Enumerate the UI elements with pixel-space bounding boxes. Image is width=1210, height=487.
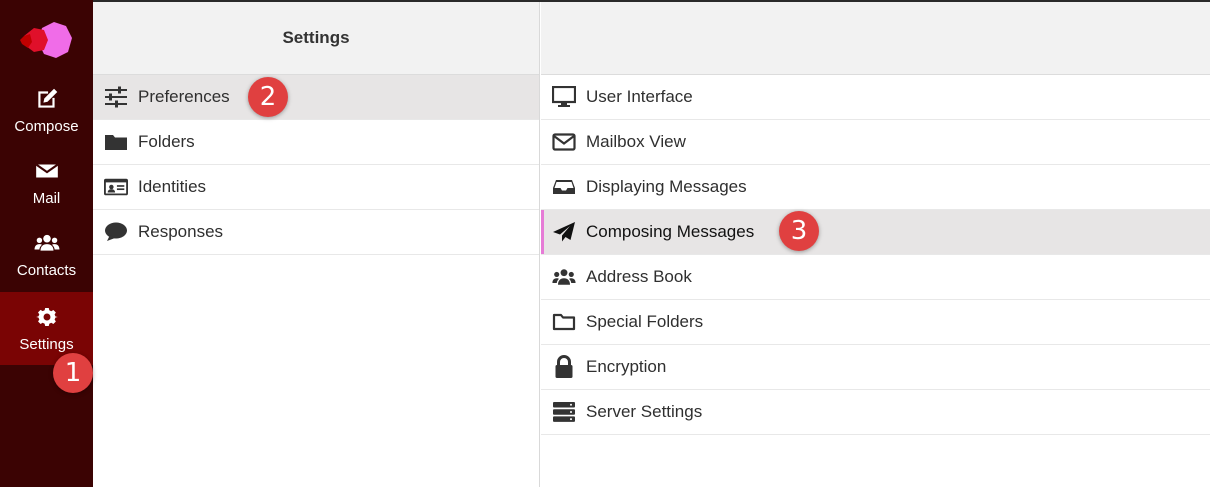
settings-list-panel: Settings Preferences Folders Identities … xyxy=(93,2,540,487)
section-user-interface[interactable]: User Interface xyxy=(541,75,1210,120)
section-label: Composing Messages xyxy=(586,222,755,241)
section-label: Mailbox View xyxy=(586,132,686,151)
compose-icon xyxy=(37,88,57,108)
section-special-folders[interactable]: Special Folders xyxy=(541,300,1210,345)
callout-badge-2: 2 xyxy=(248,77,288,117)
nav-mail[interactable]: Mail xyxy=(0,158,93,230)
sliders-icon xyxy=(104,86,128,108)
settings-item-responses[interactable]: Responses xyxy=(93,210,539,255)
folder-outline-icon xyxy=(552,311,576,333)
section-label: Special Folders xyxy=(586,312,704,331)
inbox-icon xyxy=(552,176,576,198)
logo xyxy=(20,22,72,58)
settings-item-folders[interactable]: Folders xyxy=(93,120,539,165)
settings-item-identities[interactable]: Identities xyxy=(93,165,539,210)
preferences-sections-panel: User Interface Mailbox View Displaying M… xyxy=(541,2,1210,487)
settings-title: Settings xyxy=(282,28,350,47)
section-label: User Interface xyxy=(586,87,693,106)
comment-icon xyxy=(104,221,128,243)
monitor-icon xyxy=(552,86,576,108)
sections-header xyxy=(541,2,1210,75)
settings-item-label: Folders xyxy=(138,132,195,151)
section-label: Displaying Messages xyxy=(586,177,747,196)
mail-icon xyxy=(35,163,58,178)
section-label: Address Book xyxy=(586,267,692,286)
settings-item-label: Identities xyxy=(138,177,207,196)
section-label: Encryption xyxy=(586,357,667,376)
nav-compose-label: Compose xyxy=(14,118,79,135)
callout-badge-3: 3 xyxy=(779,211,819,251)
settings-item-preferences[interactable]: Preferences xyxy=(93,75,539,120)
section-encryption[interactable]: Encryption xyxy=(541,345,1210,390)
envelope-icon xyxy=(552,131,576,153)
settings-item-label: Responses xyxy=(138,222,224,241)
section-label: Server Settings xyxy=(586,402,703,421)
lock-icon xyxy=(552,355,576,378)
callout-badge-1: 1 xyxy=(53,353,93,393)
contacts-icon xyxy=(34,234,59,251)
id-card-icon xyxy=(104,176,128,198)
section-server-settings[interactable]: Server Settings xyxy=(541,390,1210,435)
nav-compose[interactable]: Compose xyxy=(0,86,93,158)
gear-icon xyxy=(35,307,58,326)
server-icon xyxy=(552,401,576,423)
nav-settings-label: Settings xyxy=(19,336,74,353)
folder-icon xyxy=(104,131,128,153)
settings-header: Settings xyxy=(93,2,539,75)
main-navigation: Compose Mail Contacts Settings xyxy=(0,0,93,487)
nav-contacts-label: Contacts xyxy=(16,262,77,279)
paper-plane-icon xyxy=(552,221,576,243)
settings-item-label: Preferences xyxy=(138,87,230,106)
users-icon xyxy=(552,266,576,288)
section-mailbox-view[interactable]: Mailbox View xyxy=(541,120,1210,165)
section-displaying-messages[interactable]: Displaying Messages xyxy=(541,165,1210,210)
section-composing-messages[interactable]: Composing Messages xyxy=(541,210,1210,255)
section-address-book[interactable]: Address Book xyxy=(541,255,1210,300)
nav-mail-label: Mail xyxy=(32,190,61,207)
